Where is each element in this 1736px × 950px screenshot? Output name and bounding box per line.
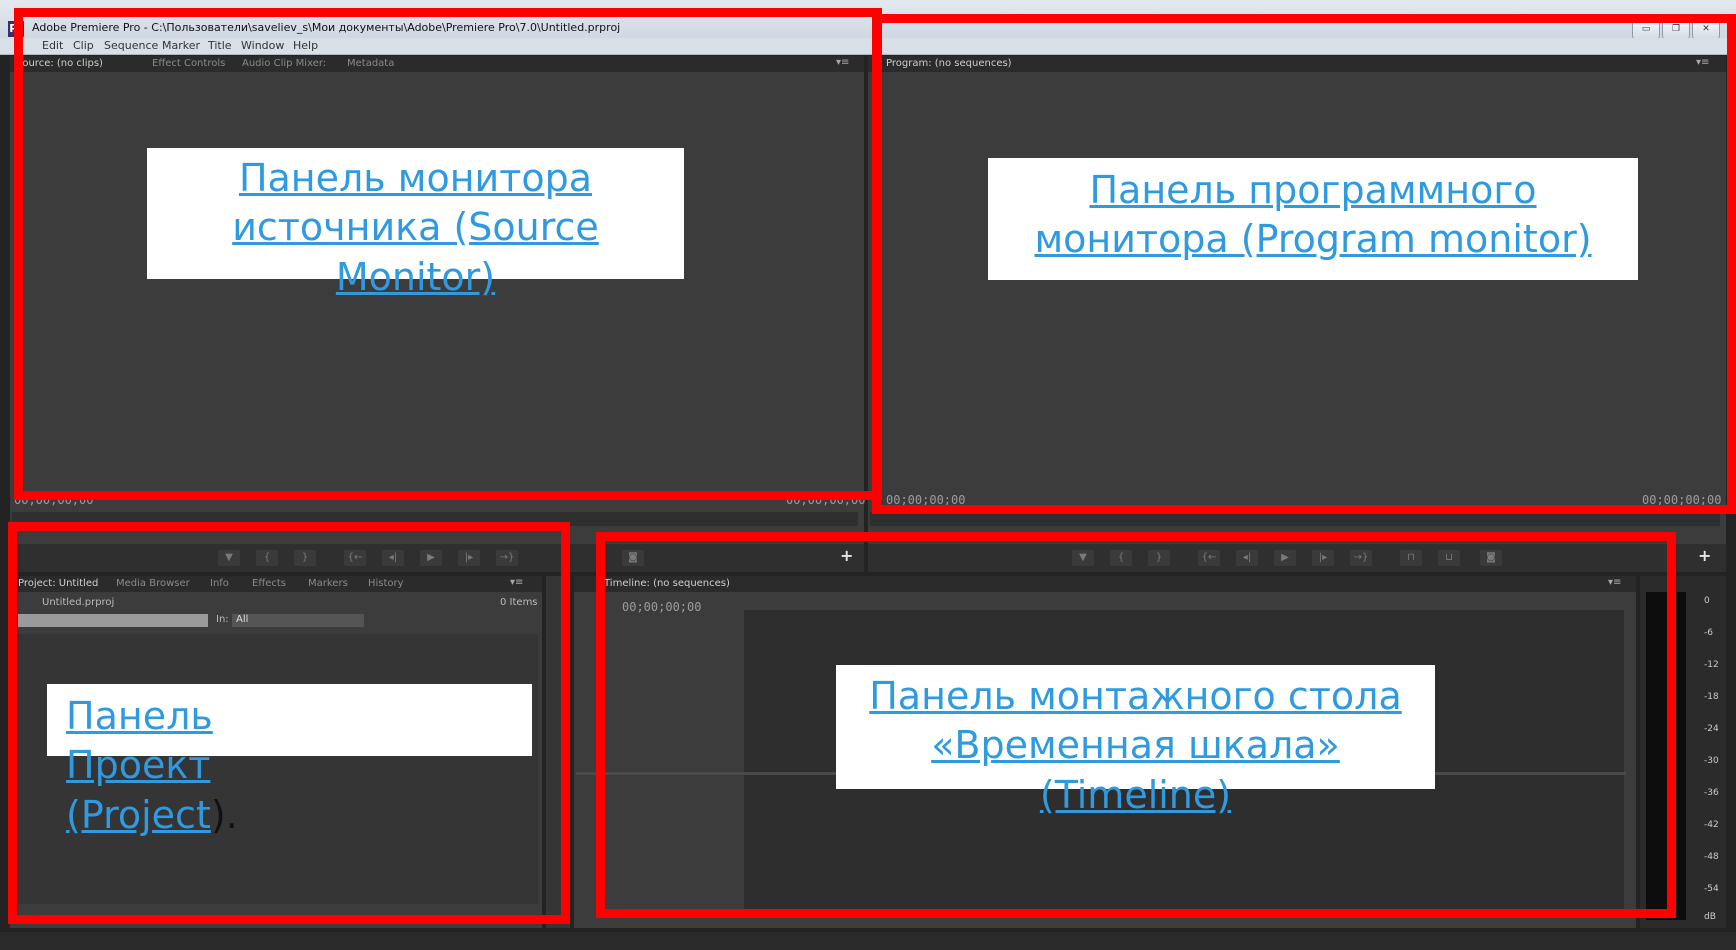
program-scrubber[interactable] <box>870 512 1720 526</box>
meter-label: -24 <box>1704 724 1719 734</box>
timeline-callout-link[interactable]: Панель монтажного стола «Временная шкала… <box>836 672 1435 820</box>
meter-label: -12 <box>1704 660 1719 670</box>
program-callout-link[interactable]: Панель программного монитора (Program mo… <box>988 166 1638 265</box>
meter-label: 0 <box>1704 596 1710 606</box>
meter-label: -42 <box>1704 820 1719 830</box>
meter-label: -48 <box>1704 852 1719 862</box>
meter-label: -30 <box>1704 756 1719 766</box>
source-callout-link[interactable]: Панель монитора источника (Source Monito… <box>147 154 684 302</box>
add-button-icon[interactable]: + <box>1698 546 1711 565</box>
meter-label: -36 <box>1704 788 1719 798</box>
status-bar <box>0 932 1736 950</box>
project-callout-link[interactable]: Панель Проект (Project <box>66 694 213 837</box>
project-callout-tail: ). <box>210 792 238 837</box>
meter-label: -18 <box>1704 692 1719 702</box>
meter-label: -6 <box>1704 628 1713 638</box>
project-callout: Панель Проект (Project). <box>66 692 366 840</box>
meter-label: -54 <box>1704 884 1719 894</box>
meter-label: dB <box>1704 912 1716 922</box>
